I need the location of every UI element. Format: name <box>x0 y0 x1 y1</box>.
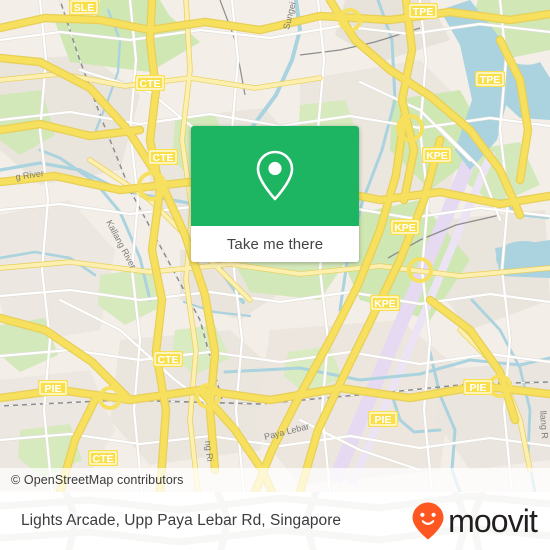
highway-shield: TPE <box>408 3 438 19</box>
highway-shield-label: PIE <box>45 383 62 395</box>
card-cta-area[interactable]: Take me there <box>191 226 359 262</box>
highway-shield: CTE <box>88 450 118 466</box>
place-title: Lights Arcade, Upp Paya Lebar Rd, Singap… <box>21 512 342 529</box>
highway-shield-label: PIE <box>470 382 487 394</box>
highway-shield-label: KPE <box>394 222 416 234</box>
highway-shield: PIE <box>368 411 398 427</box>
destination-card[interactable]: Take me there <box>191 126 359 262</box>
highway-shield-label: SLE <box>74 2 94 14</box>
map-label: llang R <box>538 410 550 439</box>
highway-shield-label: KPE <box>426 150 448 162</box>
highway-shield: SLE <box>69 0 99 15</box>
highway-shield-label: TPE <box>413 6 433 18</box>
moovit-logo[interactable]: moovit <box>411 492 538 550</box>
highway-shield: PIE <box>463 379 493 395</box>
highway-shield: PIE <box>38 380 68 396</box>
moovit-wordmark: moovit <box>448 503 538 539</box>
highway-shield: KPE <box>390 219 420 235</box>
highway-shield: KPE <box>370 295 400 311</box>
highway-shield-label: TPE <box>480 74 500 86</box>
location-pin-icon <box>256 150 294 201</box>
highway-shield-label: KPE <box>374 298 396 310</box>
highway-shield-label: CTE <box>93 453 114 465</box>
highway-shield-label: CTE <box>140 78 161 90</box>
highway-shield: TPE <box>475 71 505 87</box>
highway-shield: CTE <box>153 351 183 367</box>
card-pin-area <box>191 126 359 226</box>
take-me-there-label: Take me there <box>226 235 324 253</box>
highway-shield-label: PIE <box>375 414 392 426</box>
highway-shield: CTE <box>148 149 178 165</box>
map-attribution: © OpenStreetMap contributors <box>0 468 550 492</box>
moovit-smiley-pin-icon <box>412 502 444 540</box>
highway-shield-label: CTE <box>158 354 179 366</box>
highway-shield: CTE <box>135 75 165 91</box>
attribution-text: © OpenStreetMap contributors <box>11 473 184 487</box>
highway-shield: KPE <box>422 147 452 163</box>
footer-bar: Lights Arcade, Upp Paya Lebar Rd, Singap… <box>0 492 550 550</box>
map-screenshot: .mw { stroke:#f7e05e; stroke-linecap:rou… <box>0 0 550 550</box>
highway-shield-label: CTE <box>153 152 174 164</box>
